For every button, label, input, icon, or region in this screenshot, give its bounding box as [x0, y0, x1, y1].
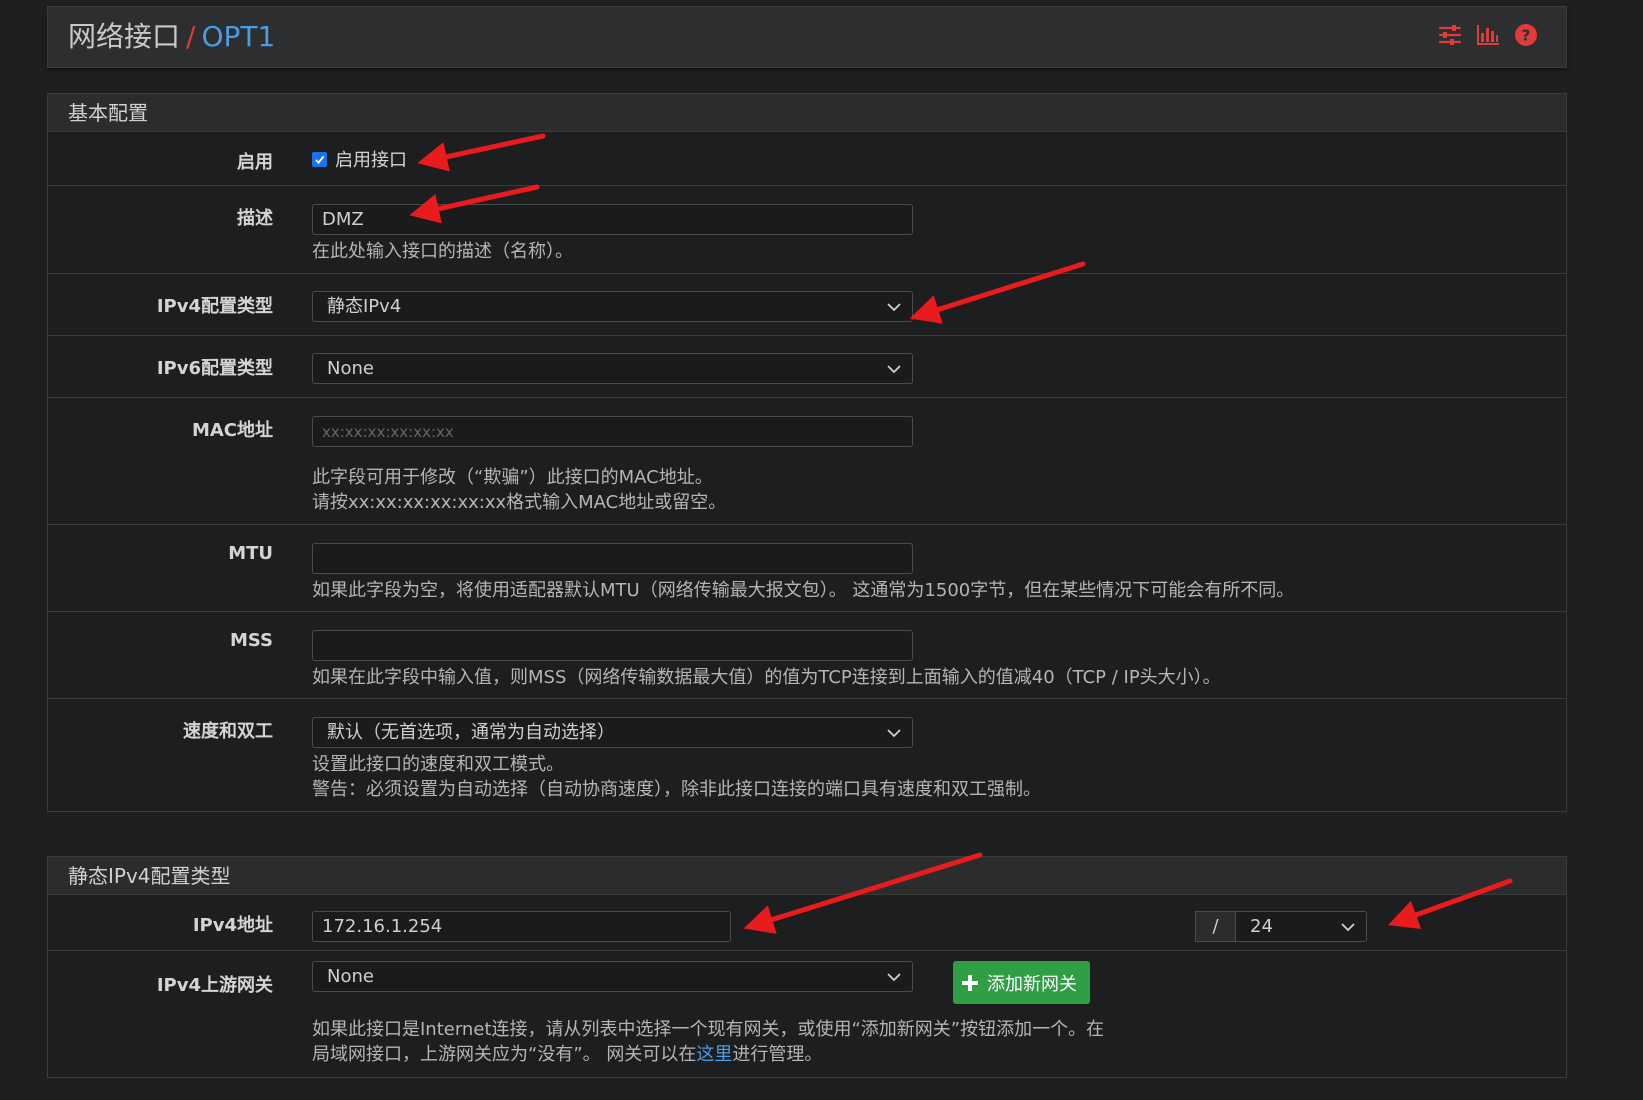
mtu-label: MTU — [228, 543, 273, 564]
cidr-select[interactable]: 24 — [1235, 911, 1367, 942]
ipv4-type-label: IPv4配置类型 — [156, 296, 273, 317]
mtu-help: 如果此字段为空，将使用适配器默认MTU（网络传输最大报文包）。 这通常为1500… — [312, 580, 1295, 601]
panel-title: 基本配置 — [48, 94, 1566, 132]
enable-label: 启用 — [237, 152, 273, 173]
row-ipv4-type: IPv4配置类型 静态IPv4 — [48, 274, 1566, 336]
enable-checkbox-label: 启用接口 — [335, 150, 407, 171]
add-gateway-button[interactable]: 添加新网关 — [953, 961, 1090, 1004]
description-input[interactable] — [312, 204, 913, 235]
enable-checkbox[interactable] — [312, 151, 327, 167]
chevron-down-icon — [887, 729, 901, 738]
ipv6-type-label: IPv6配置类型 — [156, 358, 273, 379]
mac-label: MAC地址 — [191, 420, 273, 441]
sliders-icon[interactable] — [1438, 23, 1462, 47]
mss-input[interactable] — [312, 630, 913, 661]
ipv4-address-label: IPv4地址 — [192, 915, 273, 936]
page-header: 网络接口 / OPT1 ? — [47, 6, 1567, 68]
mtu-input[interactable] — [312, 543, 913, 574]
row-mss: MSS 如果在此字段中输入值，则MSS（网络传输数据最大值）的值为TCP连接到上… — [48, 612, 1566, 699]
enable-checkbox-wrap[interactable]: 启用接口 — [312, 146, 407, 172]
mac-help-2: 请按xx:xx:xx:xx:xx:xx格式输入MAC地址或留空。 — [312, 492, 727, 513]
mss-help: 如果在此字段中输入值，则MSS（网络传输数据最大值）的值为TCP连接到上面输入的… — [312, 667, 1221, 688]
svg-text:?: ? — [1522, 27, 1531, 45]
ipv4-type-select[interactable]: 静态IPv4 — [312, 291, 913, 322]
help-icon[interactable]: ? — [1514, 23, 1538, 47]
basic-config-panel: 基本配置 启用 启用接口 描述 在此处输入接口的描述（名称）。 IPv4配置类型… — [47, 93, 1567, 812]
ipv4-gateway-select[interactable]: None — [312, 961, 913, 992]
ipv6-type-value: None — [327, 358, 374, 379]
ipv4-type-value: 静态IPv4 — [327, 296, 402, 317]
breadcrumb-separator: / — [186, 20, 196, 53]
speed-help-1: 设置此接口的速度和双工模式。 — [312, 754, 564, 775]
breadcrumb-current: OPT1 — [201, 20, 276, 53]
row-ipv6-type: IPv6配置类型 None — [48, 336, 1566, 398]
breadcrumb: 网络接口 / OPT1 — [68, 19, 275, 55]
chevron-down-icon — [887, 973, 901, 982]
chevron-down-icon — [1341, 923, 1355, 932]
chevron-down-icon — [887, 303, 901, 312]
plus-icon — [962, 974, 978, 991]
gateway-help-2-end: 进行管理。 — [732, 1044, 823, 1065]
speed-select[interactable]: 默认（无首选项，通常为自动选择） — [312, 717, 913, 748]
row-ipv4-gateway: IPv4上游网关 None 如果此接口是Internet连接，请从列表中选择一个… — [48, 951, 1566, 1077]
header-icons: ? — [1438, 23, 1538, 47]
row-mac: MAC地址 此字段可用于修改（“欺骗”）此接口的MAC地址。 请按xx:xx:x… — [48, 398, 1566, 525]
ipv4-gateway-value: None — [327, 966, 374, 987]
chevron-down-icon — [887, 365, 901, 374]
gateway-help-1: 如果此接口是Internet连接，请从列表中选择一个现有网关，或使用“添加新网关… — [312, 1019, 1105, 1040]
speed-label: 速度和双工 — [183, 721, 273, 742]
breadcrumb-root[interactable]: 网络接口 — [68, 20, 180, 53]
cidr-slash: / — [1195, 911, 1235, 942]
row-ipv4-address: IPv4地址 / 24 — [48, 895, 1566, 951]
cidr-value: 24 — [1250, 916, 1273, 937]
static-ipv4-panel: 静态IPv4配置类型 IPv4地址 / 24 IPv4上游网关 None 如果此… — [47, 856, 1567, 1078]
mac-input[interactable] — [312, 416, 913, 447]
gateway-help-2-text: 局域网接口，上游网关应为“没有”。 网关可以在 — [312, 1044, 697, 1065]
ipv4-address-input[interactable] — [312, 911, 731, 942]
row-mtu: MTU 如果此字段为空，将使用适配器默认MTU（网络传输最大报文包）。 这通常为… — [48, 525, 1566, 612]
speed-help-2: 警告：必须设置为自动选择（自动协商速度），除非此接口连接的端口具有速度和双工强制… — [312, 779, 1041, 800]
speed-value: 默认（无首选项，通常为自动选择） — [327, 722, 615, 743]
mss-label: MSS — [229, 630, 273, 651]
ipv4-gateway-label: IPv4上游网关 — [156, 975, 273, 996]
mac-help-1: 此字段可用于修改（“欺骗”）此接口的MAC地址。 — [312, 467, 713, 488]
description-label: 描述 — [237, 208, 273, 229]
gateway-help-2: 局域网接口，上游网关应为“没有”。 网关可以在这里进行管理。 — [312, 1042, 1104, 1067]
gateway-manage-link[interactable]: 这里 — [696, 1044, 732, 1065]
panel-title: 静态IPv4配置类型 — [48, 857, 1566, 895]
bar-chart-icon[interactable] — [1476, 23, 1500, 47]
check-icon — [315, 155, 325, 164]
row-enable: 启用 启用接口 — [48, 132, 1566, 186]
description-help: 在此处输入接口的描述（名称）。 — [312, 241, 573, 262]
row-description: 描述 在此处输入接口的描述（名称）。 — [48, 186, 1566, 274]
add-gateway-label: 添加新网关 — [987, 973, 1077, 995]
row-speed: 速度和双工 默认（无首选项，通常为自动选择） 设置此接口的速度和双工模式。 警告… — [48, 699, 1566, 811]
ipv6-type-select[interactable]: None — [312, 353, 913, 384]
